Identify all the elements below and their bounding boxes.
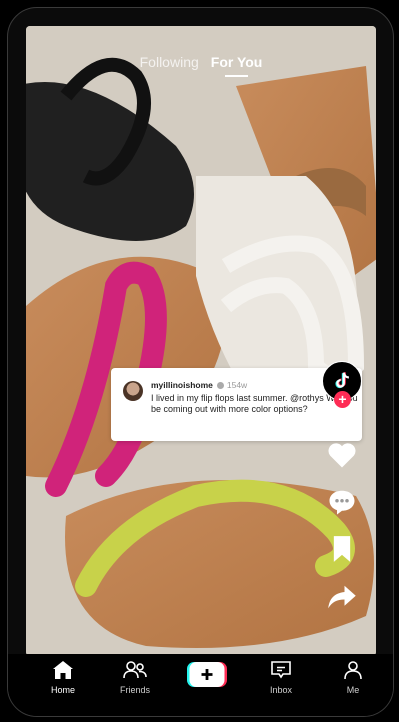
- nav-friends[interactable]: Friends: [105, 660, 165, 695]
- profile-icon: [344, 661, 362, 680]
- tiktok-logo-icon: [335, 372, 350, 389]
- bookmark-button[interactable]: [326, 533, 358, 565]
- comment-text: I lived in my flip flops last summer. @r…: [151, 393, 358, 414]
- feed-tabs: Following For You: [26, 54, 376, 77]
- nav-home-label: Home: [50, 685, 75, 695]
- nav-inbox-label: Inbox: [269, 685, 293, 695]
- like-button[interactable]: [326, 439, 358, 471]
- tab-for-you[interactable]: For You: [211, 54, 262, 77]
- share-icon: [328, 585, 356, 609]
- follow-button[interactable]: +: [334, 391, 351, 408]
- comment-username: myillinoishome: [151, 380, 213, 390]
- phone-frame: Following For You myillinoishome 154w I l…: [7, 7, 394, 717]
- comment-icon: [329, 490, 355, 515]
- heart-icon: [328, 443, 356, 468]
- verified-icon: [216, 382, 224, 390]
- create-button[interactable]: [187, 662, 227, 687]
- bookmark-icon: [333, 536, 351, 562]
- share-button[interactable]: [326, 581, 358, 613]
- comment-header: myillinoishome 154w: [151, 380, 247, 390]
- avatar: [123, 381, 143, 401]
- nav-friends-label: Friends: [119, 685, 150, 695]
- video-feed[interactable]: Following For You myillinoishome 154w I l…: [26, 26, 376, 656]
- bottom-navigation: Home Friends Inbox Me: [8, 654, 393, 716]
- tab-following[interactable]: Following: [140, 54, 199, 70]
- inbox-icon: [271, 661, 291, 679]
- friends-icon: [123, 661, 147, 679]
- comment-age: 154w: [226, 380, 248, 390]
- home-icon: [53, 661, 73, 679]
- nav-home[interactable]: Home: [33, 660, 93, 695]
- comment-button[interactable]: [326, 486, 358, 518]
- nav-inbox[interactable]: Inbox: [251, 660, 311, 695]
- video-frame: [26, 26, 376, 656]
- nav-me[interactable]: Me: [323, 660, 383, 695]
- nav-me-label: Me: [346, 685, 360, 695]
- plus-icon: [187, 662, 227, 687]
